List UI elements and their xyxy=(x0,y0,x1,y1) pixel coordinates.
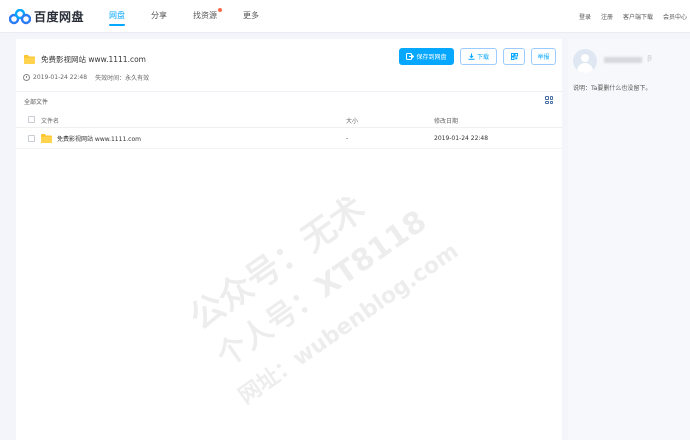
share-description: 说明：Ta要删什么也没留下。 xyxy=(573,85,652,92)
share-title: 免费影视网站 www.1111.com xyxy=(24,54,146,65)
file-name: 免费影视网站 www.1111.com xyxy=(57,136,141,143)
top-right-links: 登录 注册 客户端下载 会员中心 xyxy=(569,12,687,21)
share-title-text: 免费影视网站 www.1111.com xyxy=(41,55,146,64)
avatar-head xyxy=(581,54,589,62)
column-header-name[interactable]: 文件名 xyxy=(41,116,59,125)
save-icon xyxy=(406,53,415,60)
top-navbar: 百度网盘 网盘 分享 找资源 更多 登录 注册 客户端下载 会员中心 xyxy=(0,0,690,33)
brand-name: 百度网盘 xyxy=(34,10,85,24)
nav-item-more[interactable]: 更多 xyxy=(243,10,259,21)
client-download-link[interactable]: 客户端下载 xyxy=(623,12,653,21)
qr-code-icon xyxy=(510,53,518,60)
folder-icon xyxy=(24,55,35,64)
report-label: 举报 xyxy=(537,54,550,61)
nav-item-label: 找资源 xyxy=(193,11,217,20)
download-icon xyxy=(468,53,475,60)
folder-icon xyxy=(41,133,52,143)
sharer-side-panel: 卪 说明：Ta要删什么也没留下。 xyxy=(568,39,690,440)
save-to-netdisk-button[interactable]: 保存到网盘 xyxy=(399,48,454,65)
table-header: 文件名 大小 修改日期 xyxy=(16,111,562,128)
login-link[interactable]: 登录 xyxy=(579,12,591,21)
user-suffix: 卪 xyxy=(646,55,653,63)
qr-code-button[interactable] xyxy=(503,48,525,65)
username-blurred xyxy=(604,57,642,63)
notification-dot xyxy=(218,8,222,12)
logo[interactable]: 百度网盘 xyxy=(9,8,84,25)
baidu-cloud-logo-icon xyxy=(9,8,31,24)
vip-center-link[interactable]: 会员中心 xyxy=(663,12,687,21)
share-main-panel: 免费影视网站 www.1111.com 2019-01-24 22:48 失效时… xyxy=(16,39,562,440)
download-label: 下载 xyxy=(476,54,489,61)
avatar-body xyxy=(577,63,593,73)
share-actions: 保存到网盘 下载 举报 xyxy=(393,48,556,65)
register-link[interactable]: 注册 xyxy=(601,12,613,21)
file-name-cell[interactable]: 免费影视网站 www.1111.com xyxy=(41,133,141,143)
divider xyxy=(16,91,562,92)
nav-item-netdisk[interactable]: 网盘 xyxy=(109,10,125,26)
column-header-date[interactable]: 修改日期 xyxy=(434,116,458,125)
file-date: 2019-01-24 22:48 xyxy=(434,135,489,142)
column-header-size[interactable]: 大小 xyxy=(346,116,358,125)
main-nav: 网盘 分享 找资源 更多 xyxy=(109,8,285,26)
share-meta: 2019-01-24 22:48 失效时间：永久有效 xyxy=(23,73,149,82)
nav-item-share[interactable]: 分享 xyxy=(151,10,167,21)
nav-item-find-resources[interactable]: 找资源 xyxy=(193,8,222,21)
share-expire: 失效时间：永久有效 xyxy=(95,75,150,82)
breadcrumb[interactable]: 全部文件 xyxy=(24,97,48,106)
save-label: 保存到网盘 xyxy=(416,54,447,61)
file-size: - xyxy=(346,135,349,142)
download-button[interactable]: 下载 xyxy=(460,48,497,65)
table-row[interactable]: 免费影视网站 www.1111.com - 2019-01-24 22:48 xyxy=(16,129,562,149)
row-checkbox[interactable] xyxy=(28,135,35,142)
report-button[interactable]: 举报 xyxy=(531,48,556,65)
grid-view-icon[interactable] xyxy=(545,96,553,104)
clock-icon xyxy=(23,74,30,81)
select-all-checkbox[interactable] xyxy=(28,116,35,123)
avatar[interactable] xyxy=(573,49,597,73)
share-date: 2019-01-24 22:48 xyxy=(33,74,88,81)
